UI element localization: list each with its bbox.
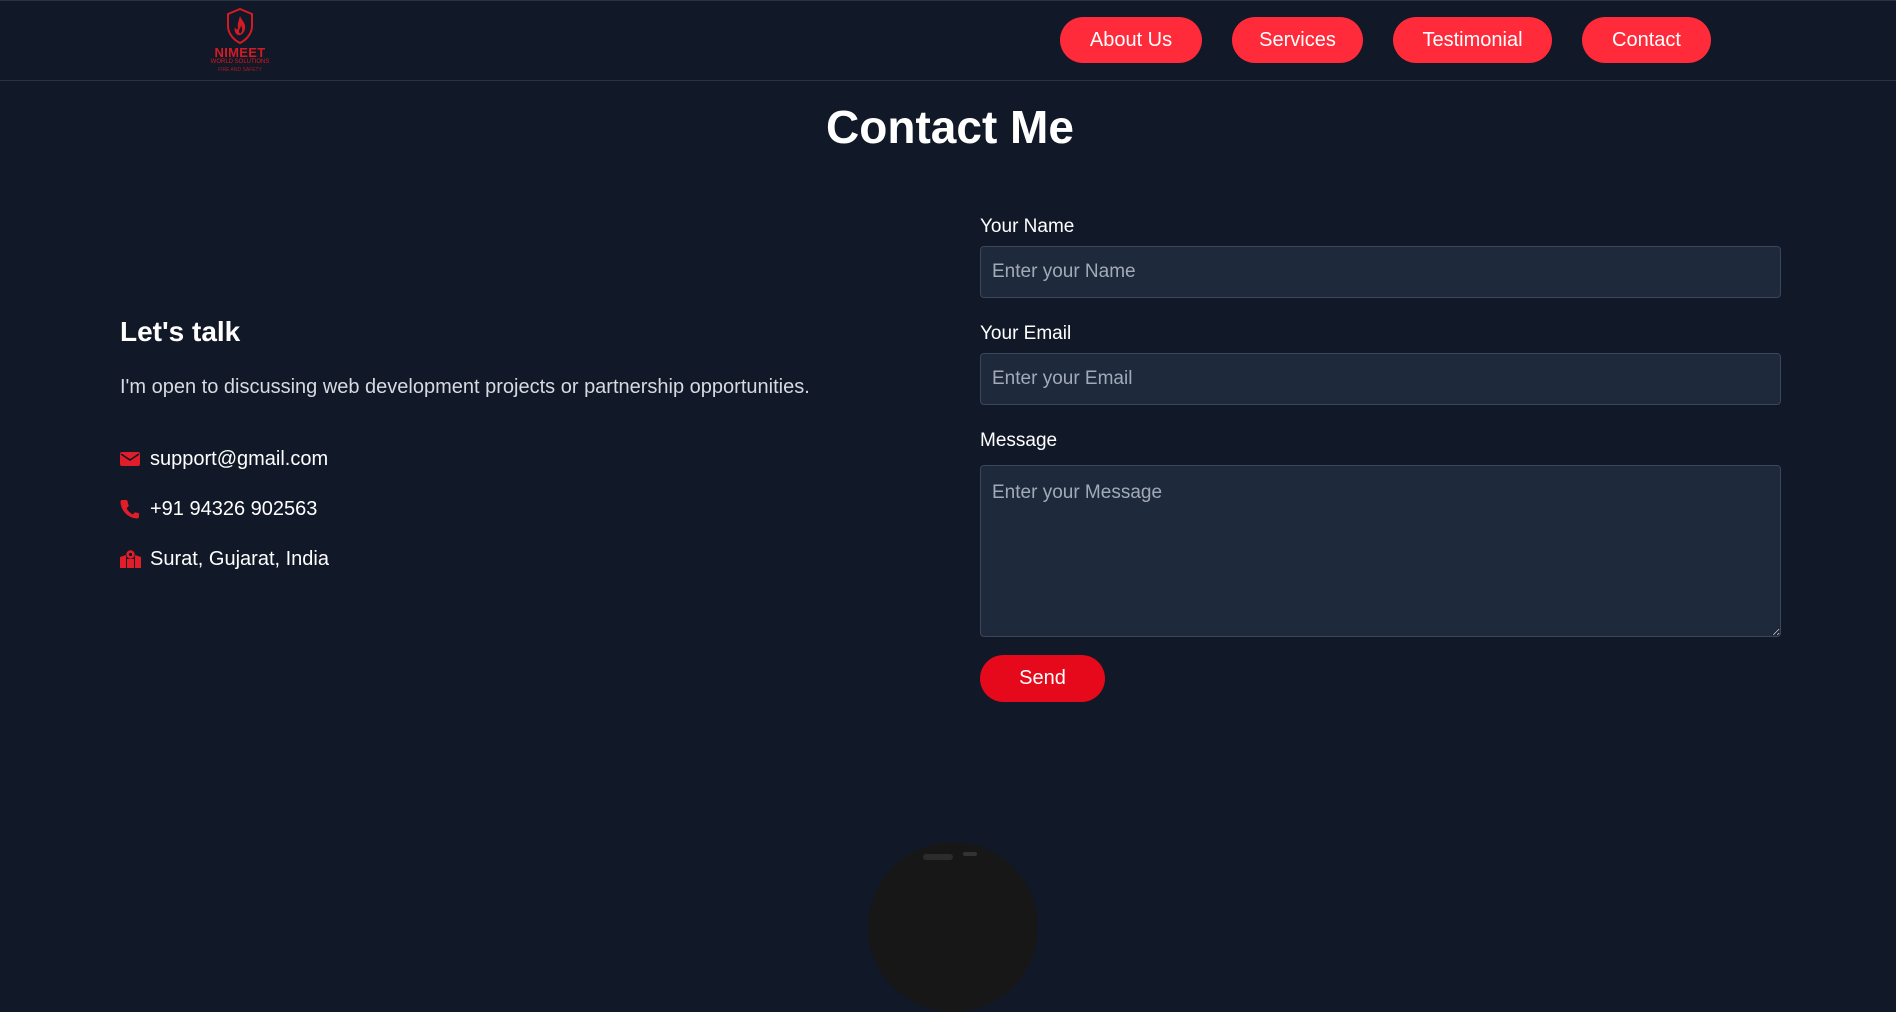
envelope-icon xyxy=(120,448,150,470)
email-input[interactable] xyxy=(980,353,1781,405)
flame-shield-icon xyxy=(227,8,253,44)
contact-location-row: Surat, Gujarat, India xyxy=(120,546,329,572)
nav-contact-button[interactable]: Contact xyxy=(1582,17,1711,63)
contact-location-text: Surat, Gujarat, India xyxy=(150,547,329,570)
contact-phone-text[interactable]: +91 94326 902563 xyxy=(150,498,317,521)
map-location-icon xyxy=(120,548,150,570)
name-field-label: Your Name xyxy=(980,216,1075,237)
contact-email-text[interactable]: support@gmail.com xyxy=(150,448,328,471)
page-title: Contact Me xyxy=(826,101,1074,153)
bottom-image-circle xyxy=(868,842,1038,1012)
contact-heading: Let's talk xyxy=(120,316,241,347)
message-textarea[interactable] xyxy=(980,465,1781,637)
name-input[interactable] xyxy=(980,246,1781,298)
logo-tagline: FIRE AND SAFETY xyxy=(218,67,262,73)
send-button[interactable]: Send xyxy=(980,655,1105,702)
nav-services-button[interactable]: Services xyxy=(1232,17,1363,63)
nav-testimonial-button[interactable]: Testimonial xyxy=(1393,17,1552,63)
email-field-label: Your Email xyxy=(980,323,1072,344)
navbar: NIMEET WORLD SOLUTIONS FIRE AND SAFETY A… xyxy=(0,0,1896,81)
nav-about-us-button[interactable]: About Us xyxy=(1060,17,1202,63)
contact-email-row: support@gmail.com xyxy=(120,446,328,472)
logo-subtitle: WORLD SOLUTIONS xyxy=(210,59,270,65)
phone-icon xyxy=(120,498,150,520)
message-field-label: Message xyxy=(980,430,1058,451)
contact-phone-row: +91 94326 902563 xyxy=(120,496,317,522)
brand-logo[interactable]: NIMEET WORLD SOLUTIONS FIRE AND SAFETY xyxy=(203,8,277,76)
contact-intro: I'm open to discussing web development p… xyxy=(120,376,810,398)
logo-name: NIMEET xyxy=(214,45,266,60)
